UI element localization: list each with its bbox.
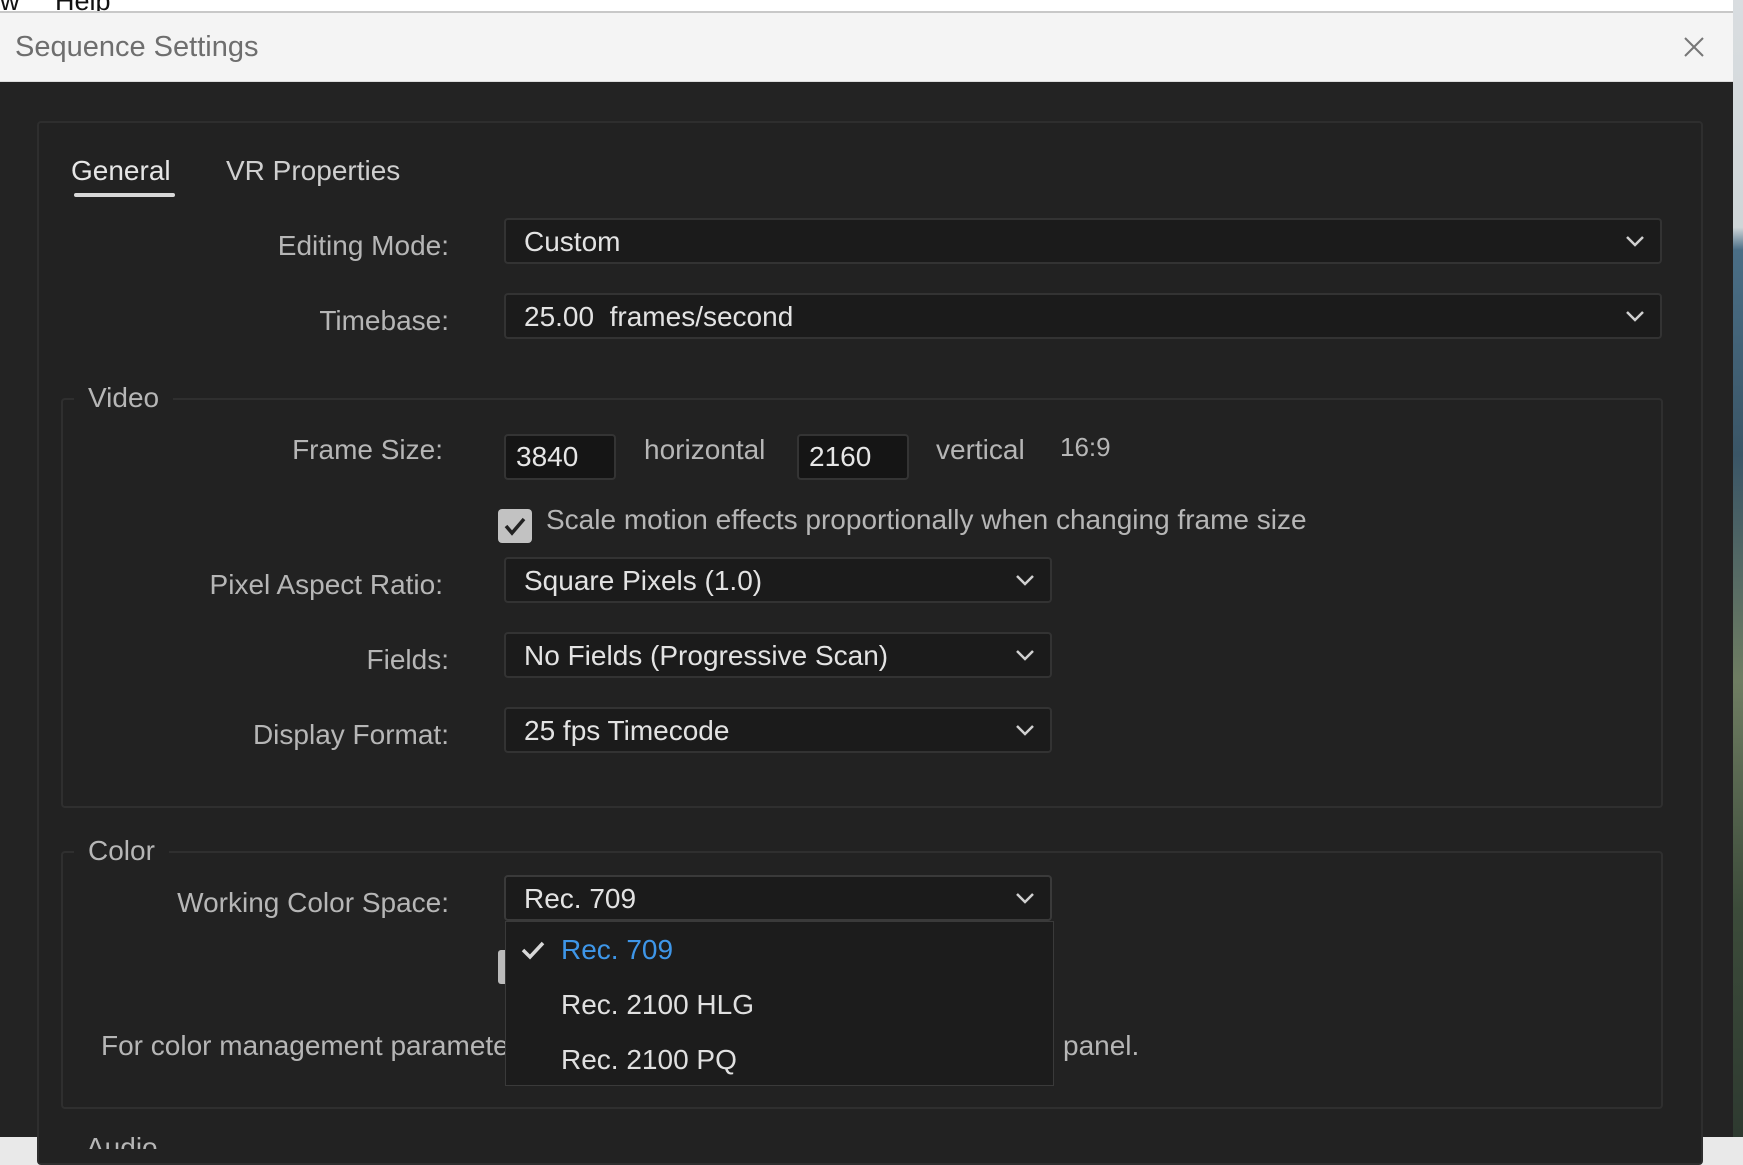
menu-option-rec2100-pq[interactable]: Rec. 2100 PQ bbox=[506, 1035, 1055, 1087]
background-window bbox=[1733, 0, 1743, 1137]
horizontal-label: horizontal bbox=[644, 434, 766, 465]
color-management-note-end: panel. bbox=[1063, 1030, 1140, 1061]
working-color-space-menu: Rec. 709 Rec. 2100 HLG Rec. 2100 PQ bbox=[505, 921, 1054, 1086]
pixel-aspect-ratio-label: Pixel Aspect Ratio: bbox=[209, 569, 443, 600]
menu-option-label: Rec. 709 bbox=[561, 934, 674, 965]
chevron-down-icon bbox=[1016, 650, 1034, 661]
checkmark-icon bbox=[504, 517, 526, 536]
display-format-label: Display Format: bbox=[252, 719, 449, 750]
dialog-titlebar: Sequence Settings bbox=[0, 13, 1733, 82]
audio-group-title: Audio bbox=[86, 1134, 158, 1149]
chevron-down-icon bbox=[1016, 893, 1034, 904]
fields-dropdown[interactable]: No Fields (Progressive Scan) bbox=[504, 632, 1052, 678]
tab-general[interactable]: General bbox=[71, 155, 171, 187]
frame-width-input[interactable] bbox=[504, 434, 616, 480]
color-group-title: Color bbox=[74, 835, 169, 867]
menu-option-label: Rec. 2100 HLG bbox=[561, 989, 754, 1020]
timebase-dropdown[interactable]: 25.00 frames/second bbox=[504, 293, 1662, 339]
chevron-down-icon bbox=[1626, 236, 1644, 247]
chevron-down-icon bbox=[1016, 575, 1034, 586]
editing-mode-dropdown[interactable]: Custom bbox=[504, 218, 1662, 264]
working-color-space-dropdown[interactable]: Rec. 709 bbox=[504, 875, 1052, 921]
scale-motion-checkbox[interactable] bbox=[498, 509, 532, 543]
scale-motion-label[interactable]: Scale motion effects proportionally when… bbox=[546, 504, 1307, 536]
aspect-ratio-readout: 16:9 bbox=[1060, 432, 1111, 462]
fields-value: No Fields (Progressive Scan) bbox=[524, 640, 889, 671]
display-format-dropdown[interactable]: 25 fps Timecode bbox=[504, 707, 1052, 753]
pixel-aspect-ratio-dropdown[interactable]: Square Pixels (1.0) bbox=[504, 557, 1052, 603]
dialog-title: Sequence Settings bbox=[15, 31, 259, 63]
fields-label: Fields: bbox=[366, 644, 449, 675]
close-icon[interactable] bbox=[1677, 30, 1711, 64]
color-management-note: For color management paramete bbox=[101, 1030, 509, 1061]
editing-mode-label: Editing Mode: bbox=[277, 230, 449, 261]
menu-option-label: Rec. 2100 PQ bbox=[561, 1044, 737, 1075]
check-icon bbox=[521, 941, 545, 960]
pixel-aspect-ratio-value: Square Pixels (1.0) bbox=[524, 565, 763, 596]
working-color-space-value: Rec. 709 bbox=[524, 883, 637, 914]
menu-option-rec709[interactable]: Rec. 709 bbox=[506, 925, 1055, 977]
chevron-down-icon bbox=[1626, 311, 1644, 322]
tab-vr-properties[interactable]: VR Properties bbox=[226, 155, 400, 187]
active-tab-indicator bbox=[74, 193, 175, 197]
chevron-down-icon bbox=[1016, 725, 1034, 736]
timebase-label: Timebase: bbox=[319, 305, 449, 336]
sequence-settings-dialog: Sequence Settings General VR Properties … bbox=[0, 11, 1733, 1165]
timebase-value: 25.00 frames/second bbox=[524, 301, 794, 332]
frame-height-input[interactable] bbox=[797, 434, 909, 480]
frame-size-label: Frame Size: bbox=[292, 434, 443, 465]
menu-option-rec2100-hlg[interactable]: Rec. 2100 HLG bbox=[506, 980, 1055, 1032]
working-color-space-label: Working Color Space: bbox=[177, 887, 449, 918]
display-format-value: 25 fps Timecode bbox=[524, 715, 730, 746]
vertical-label: vertical bbox=[936, 434, 1025, 465]
editing-mode-value: Custom bbox=[524, 226, 621, 257]
video-group-title: Video bbox=[74, 382, 174, 414]
